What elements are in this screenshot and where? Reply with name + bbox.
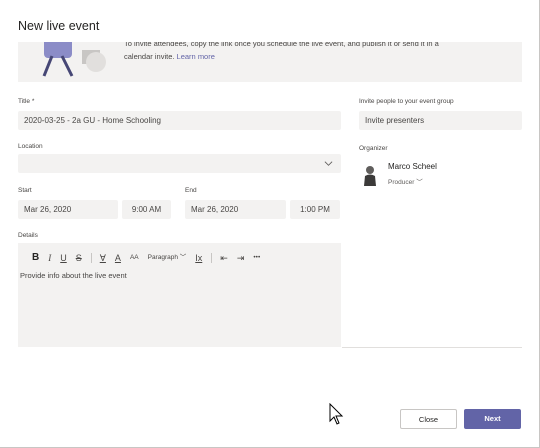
start-label: Start — [18, 187, 32, 194]
chevron-down-icon: ﹀ — [416, 179, 423, 186]
dialog-title: New live event — [18, 19, 100, 33]
clear-format-button[interactable]: Ix — [195, 251, 202, 265]
avatar — [364, 166, 376, 186]
chevron-down-icon: ﹀ — [179, 254, 187, 261]
location-label: Location — [18, 143, 43, 150]
bold-button[interactable]: B — [32, 251, 39, 265]
title-label: Title * — [18, 98, 35, 105]
highlight-button[interactable]: ∀ — [100, 251, 106, 265]
strikethrough-button[interactable]: S — [76, 251, 82, 265]
end-time-input[interactable]: 1:00 PM — [290, 200, 340, 219]
close-button[interactable]: Close — [400, 409, 457, 429]
presenter-illustration-icon — [42, 42, 106, 77]
paragraph-label: Paragraph — [147, 254, 178, 261]
font-size-button[interactable]: AA — [130, 251, 139, 265]
banner-line-1: To invite attendees, copy the link once … — [124, 42, 439, 48]
banner-text: To invite attendees, copy the link once … — [124, 42, 439, 63]
details-editor[interactable]: B I U S ∀ A AA Paragraph ﹀ Ix ⇤ ⇥ ••• Pr… — [18, 243, 341, 347]
organizer-role: Producer — [388, 179, 415, 186]
organizer-name: Marco Scheel — [388, 162, 437, 171]
toolbar-divider — [211, 253, 213, 263]
outdent-button[interactable]: ⇤ — [220, 251, 228, 265]
font-color-button[interactable]: A — [115, 251, 121, 265]
mouse-cursor-icon — [329, 403, 344, 425]
start-time-input[interactable]: 9:00 AM — [122, 200, 171, 219]
info-banner: To invite attendees, copy the link once … — [18, 42, 522, 82]
details-label: Details — [18, 232, 38, 239]
indent-button[interactable]: ⇥ — [237, 251, 245, 265]
banner-line-2: calendar invite. — [124, 52, 175, 61]
learn-more-link[interactable]: Learn more — [177, 52, 215, 61]
italic-button[interactable]: I — [48, 251, 51, 265]
location-dropdown[interactable] — [18, 154, 341, 173]
title-input[interactable]: 2020-03-25 - 2a GU - Home Schooling — [18, 111, 341, 130]
more-options-button[interactable]: ••• — [253, 251, 260, 265]
start-date-input[interactable]: Mar 26, 2020 — [18, 200, 118, 219]
next-button[interactable]: Next — [464, 409, 521, 429]
organizer-label: Organizer — [359, 145, 388, 152]
toolbar-divider — [90, 253, 92, 263]
chevron-down-icon — [324, 161, 333, 166]
new-live-event-dialog: New live event To invite attendees, copy… — [0, 0, 540, 448]
end-date-input[interactable]: Mar 26, 2020 — [185, 200, 286, 219]
details-placeholder: Provide info about the live event — [20, 271, 127, 280]
end-label: End — [185, 187, 197, 194]
invite-label: Invite people to your event group — [359, 98, 454, 105]
formatting-toolbar: B I U S ∀ A AA Paragraph ﹀ Ix ⇤ ⇥ ••• — [32, 251, 269, 265]
divider — [342, 347, 522, 348]
paragraph-dropdown[interactable]: Paragraph ﹀ — [148, 251, 187, 265]
underline-button[interactable]: U — [60, 251, 67, 265]
organizer-role-dropdown[interactable]: Producer ﹀ — [388, 176, 423, 186]
invite-presenters-input[interactable]: Invite presenters — [359, 111, 522, 130]
